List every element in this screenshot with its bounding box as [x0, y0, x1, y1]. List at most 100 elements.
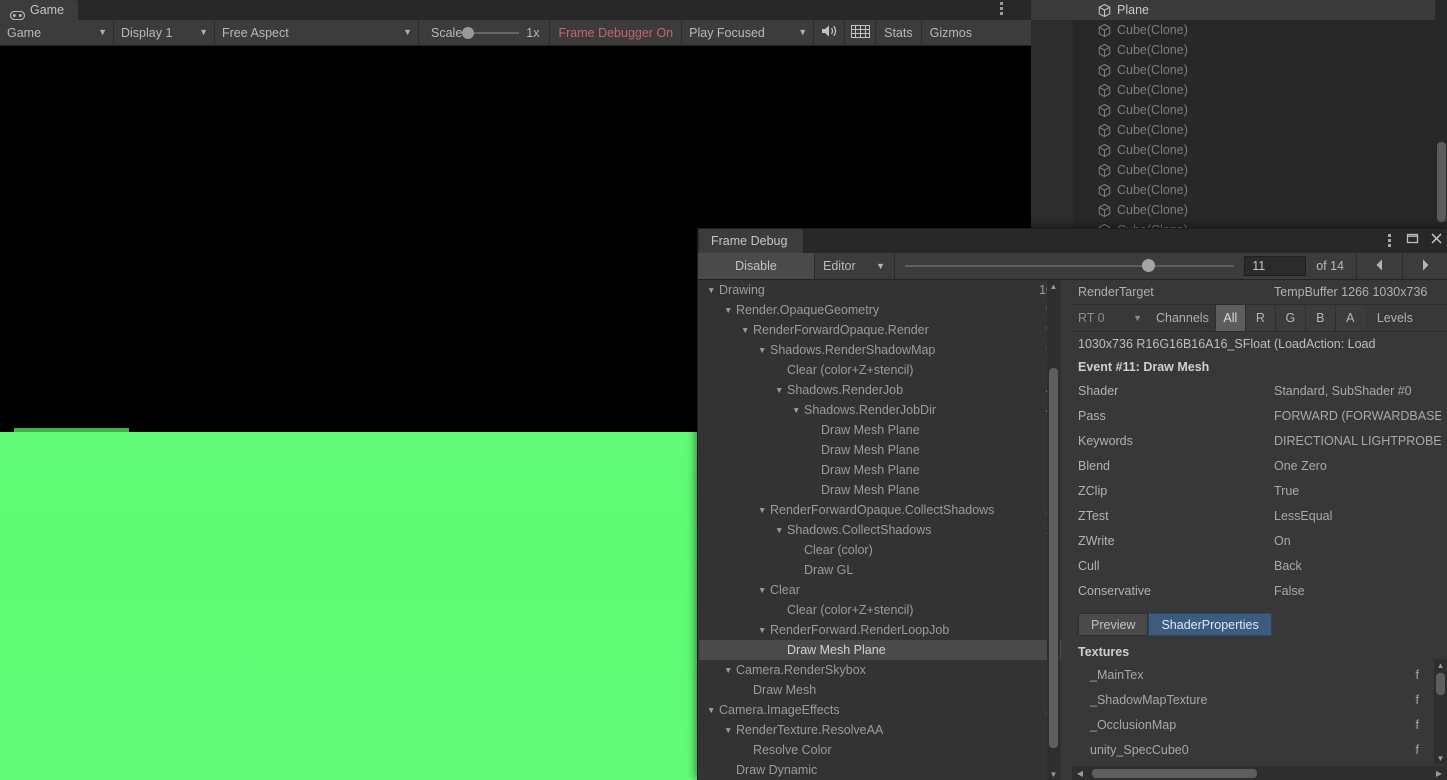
aspect-dropdown[interactable]: Free Aspect ▼ [215, 20, 418, 45]
frame-event-row[interactable]: ▼RenderForward.RenderLoopJob1 [699, 620, 1061, 640]
channel-button-r[interactable]: R [1245, 305, 1275, 331]
scroll-down-icon[interactable]: ▼ [1434, 752, 1447, 765]
scale-slider-knob[interactable] [462, 27, 474, 39]
event-slider[interactable] [895, 253, 1244, 279]
frame-event-row[interactable]: ▼Shadows.RenderJob4 [699, 380, 1061, 400]
gizmos-button[interactable]: Gizmos [922, 20, 980, 45]
frame-event-row[interactable]: Clear (color+Z+stencil) [699, 600, 1061, 620]
event-slider-track[interactable] [905, 265, 1234, 267]
frame-event-row[interactable]: ▼Drawing10 [699, 280, 1061, 300]
event-slider-knob[interactable] [1142, 259, 1155, 272]
frame-event-row[interactable]: ▼RenderTexture.ResolveAA1 [699, 720, 1061, 740]
frame-event-row[interactable]: Draw GL [699, 560, 1061, 580]
scroll-up-icon[interactable]: ▲ [1047, 280, 1060, 293]
frame-event-row[interactable]: ▼RenderForwardOpaque.CollectShadows2 [699, 500, 1061, 520]
details-tab-shaderproperties[interactable]: ShaderProperties [1148, 613, 1271, 636]
hierarchy-item[interactable]: Cube(Clone) [1031, 120, 1435, 140]
details-vertical-scrollbar[interactable]: ▲ ▼ [1434, 659, 1447, 765]
frame-event-row[interactable]: ▼Render.OpaqueGeometry9 [699, 300, 1061, 320]
frame-event-row[interactable]: Draw Mesh Plane [699, 460, 1061, 480]
frame-event-row[interactable]: ▼Shadows.CollectShadows2 [699, 520, 1061, 540]
hierarchy-item[interactable]: Cube(Clone) [1031, 40, 1435, 60]
hierarchy-item[interactable]: Plane [1031, 0, 1435, 20]
stats-button[interactable]: Stats [876, 20, 921, 45]
expand-triangle-icon[interactable]: ▼ [724, 720, 732, 740]
hierarchy-item[interactable]: Cube(Clone) [1031, 60, 1435, 80]
expand-triangle-icon[interactable]: ▼ [741, 320, 749, 340]
expand-triangle-icon[interactable]: ▼ [792, 400, 800, 420]
hierarchy-item[interactable]: Cube(Clone) [1031, 80, 1435, 100]
frame-event-row[interactable]: Draw Mesh [699, 680, 1061, 700]
frame-event-tree-scroll-thumb[interactable] [1049, 368, 1058, 748]
game-viewmode-dropdown[interactable]: Game ▼ [0, 20, 113, 45]
expand-triangle-icon[interactable]: ▼ [775, 520, 783, 540]
expand-triangle-icon[interactable]: ▼ [707, 280, 715, 300]
rt-index-dropdown[interactable]: RT 0 ▼ [1072, 305, 1150, 331]
expand-triangle-icon[interactable]: ▼ [758, 620, 766, 640]
tab-frame-debug[interactable]: Frame Debug [699, 229, 803, 253]
frame-event-row[interactable]: Draw Mesh Plane [699, 640, 1061, 660]
hierarchy-item[interactable]: Cube(Clone) [1031, 180, 1435, 200]
details-horizontal-scrollbar[interactable]: ◀ ▶ [1072, 766, 1447, 780]
frame-event-row[interactable]: Draw Mesh Plane [699, 440, 1061, 460]
scale-slider[interactable] [469, 32, 519, 34]
expand-triangle-icon[interactable]: ▼ [724, 300, 732, 320]
details-vertical-scroll-thumb[interactable] [1436, 673, 1445, 695]
hierarchy-item[interactable]: Cube(Clone) [1031, 160, 1435, 180]
frame-event-row[interactable]: ▼RenderForwardOpaque.Render9 [699, 320, 1061, 340]
hierarchy-item[interactable]: Cube(Clone) [1031, 20, 1435, 40]
frame-event-row[interactable]: Clear (color) [699, 540, 1061, 560]
frame-event-tree-scrollbar[interactable]: ▲ ▼ [1047, 280, 1060, 780]
hierarchy-scrollbar-thumb[interactable] [1437, 142, 1446, 222]
expand-triangle-icon[interactable]: ▼ [775, 380, 783, 400]
tab-game[interactable]: Game [0, 0, 78, 20]
frame-event-row[interactable]: Clear (color+Z+stencil) [699, 360, 1061, 380]
expand-triangle-icon[interactable]: ▼ [758, 500, 766, 520]
texture-row[interactable]: unity_SpecCube0f [1072, 737, 1447, 762]
channel-button-b[interactable]: B [1305, 305, 1335, 331]
frame-event-row[interactable]: ▼Camera.RenderSkybox1 [699, 660, 1061, 680]
scroll-down-icon[interactable]: ▼ [1047, 768, 1060, 780]
stats-grid-button[interactable] [845, 20, 875, 45]
close-icon[interactable] [1429, 231, 1444, 251]
scale-slider-group[interactable]: Scale 1x [419, 20, 549, 45]
frame-event-row[interactable]: ▼Shadows.RenderShadowMap5 [699, 340, 1061, 360]
kebab-menu-icon[interactable] [1382, 234, 1396, 249]
texture-row[interactable]: _OcclusionMapf [1072, 712, 1447, 737]
expand-triangle-icon[interactable]: ▼ [758, 580, 766, 600]
play-mode-dropdown[interactable]: Play Focused ▼ [682, 20, 813, 45]
frame-event-row[interactable]: Draw Mesh Plane [699, 480, 1061, 500]
hierarchy-item[interactable]: Cube(Clone) [1031, 200, 1435, 220]
expand-triangle-icon[interactable]: ▼ [758, 340, 766, 360]
frame-debugger-status-button[interactable]: Frame Debugger On [550, 20, 681, 45]
next-event-button[interactable] [1402, 253, 1447, 279]
display-dropdown[interactable]: Display 1 ▼ [114, 20, 214, 45]
frame-event-row[interactable]: Draw Mesh Plane [699, 420, 1061, 440]
details-tab-preview[interactable]: Preview [1078, 613, 1148, 636]
scroll-left-icon[interactable]: ◀ [1072, 766, 1088, 780]
hierarchy-item[interactable]: Cube(Clone) [1031, 100, 1435, 120]
frame-event-row[interactable]: ▼Shadows.RenderJobDir4 [699, 400, 1061, 420]
frame-event-row[interactable]: Resolve Color [699, 740, 1061, 760]
frame-event-row[interactable]: ▼Camera.ImageEffects2 [699, 700, 1061, 720]
texture-row[interactable]: _ShadowMapTexturef [1072, 687, 1447, 712]
scroll-up-icon[interactable]: ▲ [1434, 659, 1447, 672]
expand-triangle-icon[interactable]: ▼ [724, 660, 732, 680]
expand-triangle-icon[interactable]: ▼ [707, 700, 715, 720]
mute-audio-button[interactable] [814, 20, 844, 45]
channel-button-a[interactable]: A [1335, 305, 1365, 331]
frame-event-tree[interactable]: ▼Drawing10▼Render.OpaqueGeometry9▼Render… [699, 280, 1061, 780]
scroll-right-icon[interactable]: ▶ [1431, 766, 1447, 780]
event-index-input[interactable]: 11 [1244, 256, 1306, 276]
prev-event-button[interactable] [1356, 253, 1402, 279]
target-dropdown[interactable]: Editor ▼ [815, 253, 895, 279]
frame-event-row[interactable]: Draw Dynamic [699, 760, 1061, 780]
texture-row[interactable]: _MainTexf [1072, 662, 1447, 687]
maximize-icon[interactable] [1405, 231, 1420, 251]
frame-event-row[interactable]: ▼Clear1 [699, 580, 1061, 600]
channel-button-g[interactable]: G [1275, 305, 1305, 331]
hierarchy-item[interactable]: Cube(Clone) [1031, 140, 1435, 160]
disable-button[interactable]: Disable [698, 253, 815, 279]
kebab-menu-icon[interactable] [993, 2, 1009, 18]
details-horizontal-scroll-thumb[interactable] [1092, 769, 1257, 778]
